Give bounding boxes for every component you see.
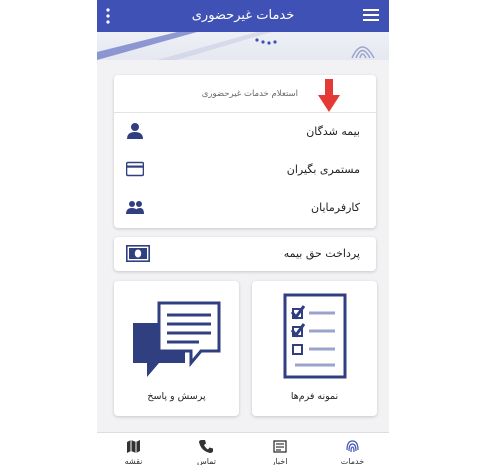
inquiry-card: استعلام خدمات غیرحضوری بیمه شدگان مستمری… — [114, 75, 376, 228]
list-item-insured[interactable]: بیمه شدگان — [114, 117, 376, 147]
nav-label: اخبار — [271, 457, 288, 465]
hamburger-menu-icon[interactable] — [363, 8, 379, 22]
nav-label: نقشه — [124, 457, 143, 465]
divider — [114, 112, 376, 113]
nav-label: تماس — [196, 457, 217, 465]
tile-label: پرسش و پاسخ — [147, 391, 206, 402]
banknote-icon — [126, 245, 150, 262]
chat-bubbles-icon — [133, 301, 221, 377]
app-bar: خدمات غیرحضوری — [97, 0, 389, 32]
app-screen: خدمات غیرحضوری استعلام خدمات غیرحضوری بی… — [97, 0, 389, 465]
list-item-employers[interactable]: کارفرمایان — [114, 193, 376, 223]
person-icon — [127, 123, 143, 139]
people-icon — [126, 201, 144, 214]
banner-decoration — [97, 32, 375, 60]
nav-item-services[interactable]: خدمات — [316, 433, 389, 465]
list-item-pensioners[interactable]: مستمری بگیران — [114, 155, 376, 185]
credit-card-icon — [126, 161, 144, 177]
nav-item-news[interactable]: اخبار — [243, 433, 316, 465]
bottom-navigation: خدمات اخبار تماس نقشه — [97, 432, 389, 465]
tile-label: نمونه فرم‌ها — [290, 391, 339, 402]
checklist-form-icon — [283, 293, 347, 379]
payment-label: پرداخت حق بیمه — [283, 247, 360, 260]
nav-label: خدمات — [340, 457, 365, 465]
list-item-label: مستمری بگیران — [286, 163, 360, 176]
map-icon — [127, 440, 140, 453]
list-item-label: بیمه شدگان — [306, 125, 360, 138]
nav-item-contact[interactable]: تماس — [170, 433, 243, 465]
tile-sample-forms[interactable]: نمونه فرم‌ها — [252, 281, 377, 416]
header-banner — [97, 32, 389, 60]
list-item-label: کارفرمایان — [311, 201, 360, 214]
red-down-arrow-icon — [318, 79, 340, 112]
nav-item-map[interactable]: نقشه — [97, 433, 170, 465]
newspaper-icon — [273, 440, 287, 453]
payment-card[interactable]: پرداخت حق بیمه — [114, 237, 376, 271]
page-title: خدمات غیرحضوری — [191, 8, 295, 23]
phone-icon — [199, 440, 213, 453]
tile-faq[interactable]: پرسش و پاسخ — [114, 281, 239, 416]
fingerprint-icon — [346, 440, 359, 453]
inquiry-title: استعلام خدمات غیرحضوری — [201, 89, 298, 99]
